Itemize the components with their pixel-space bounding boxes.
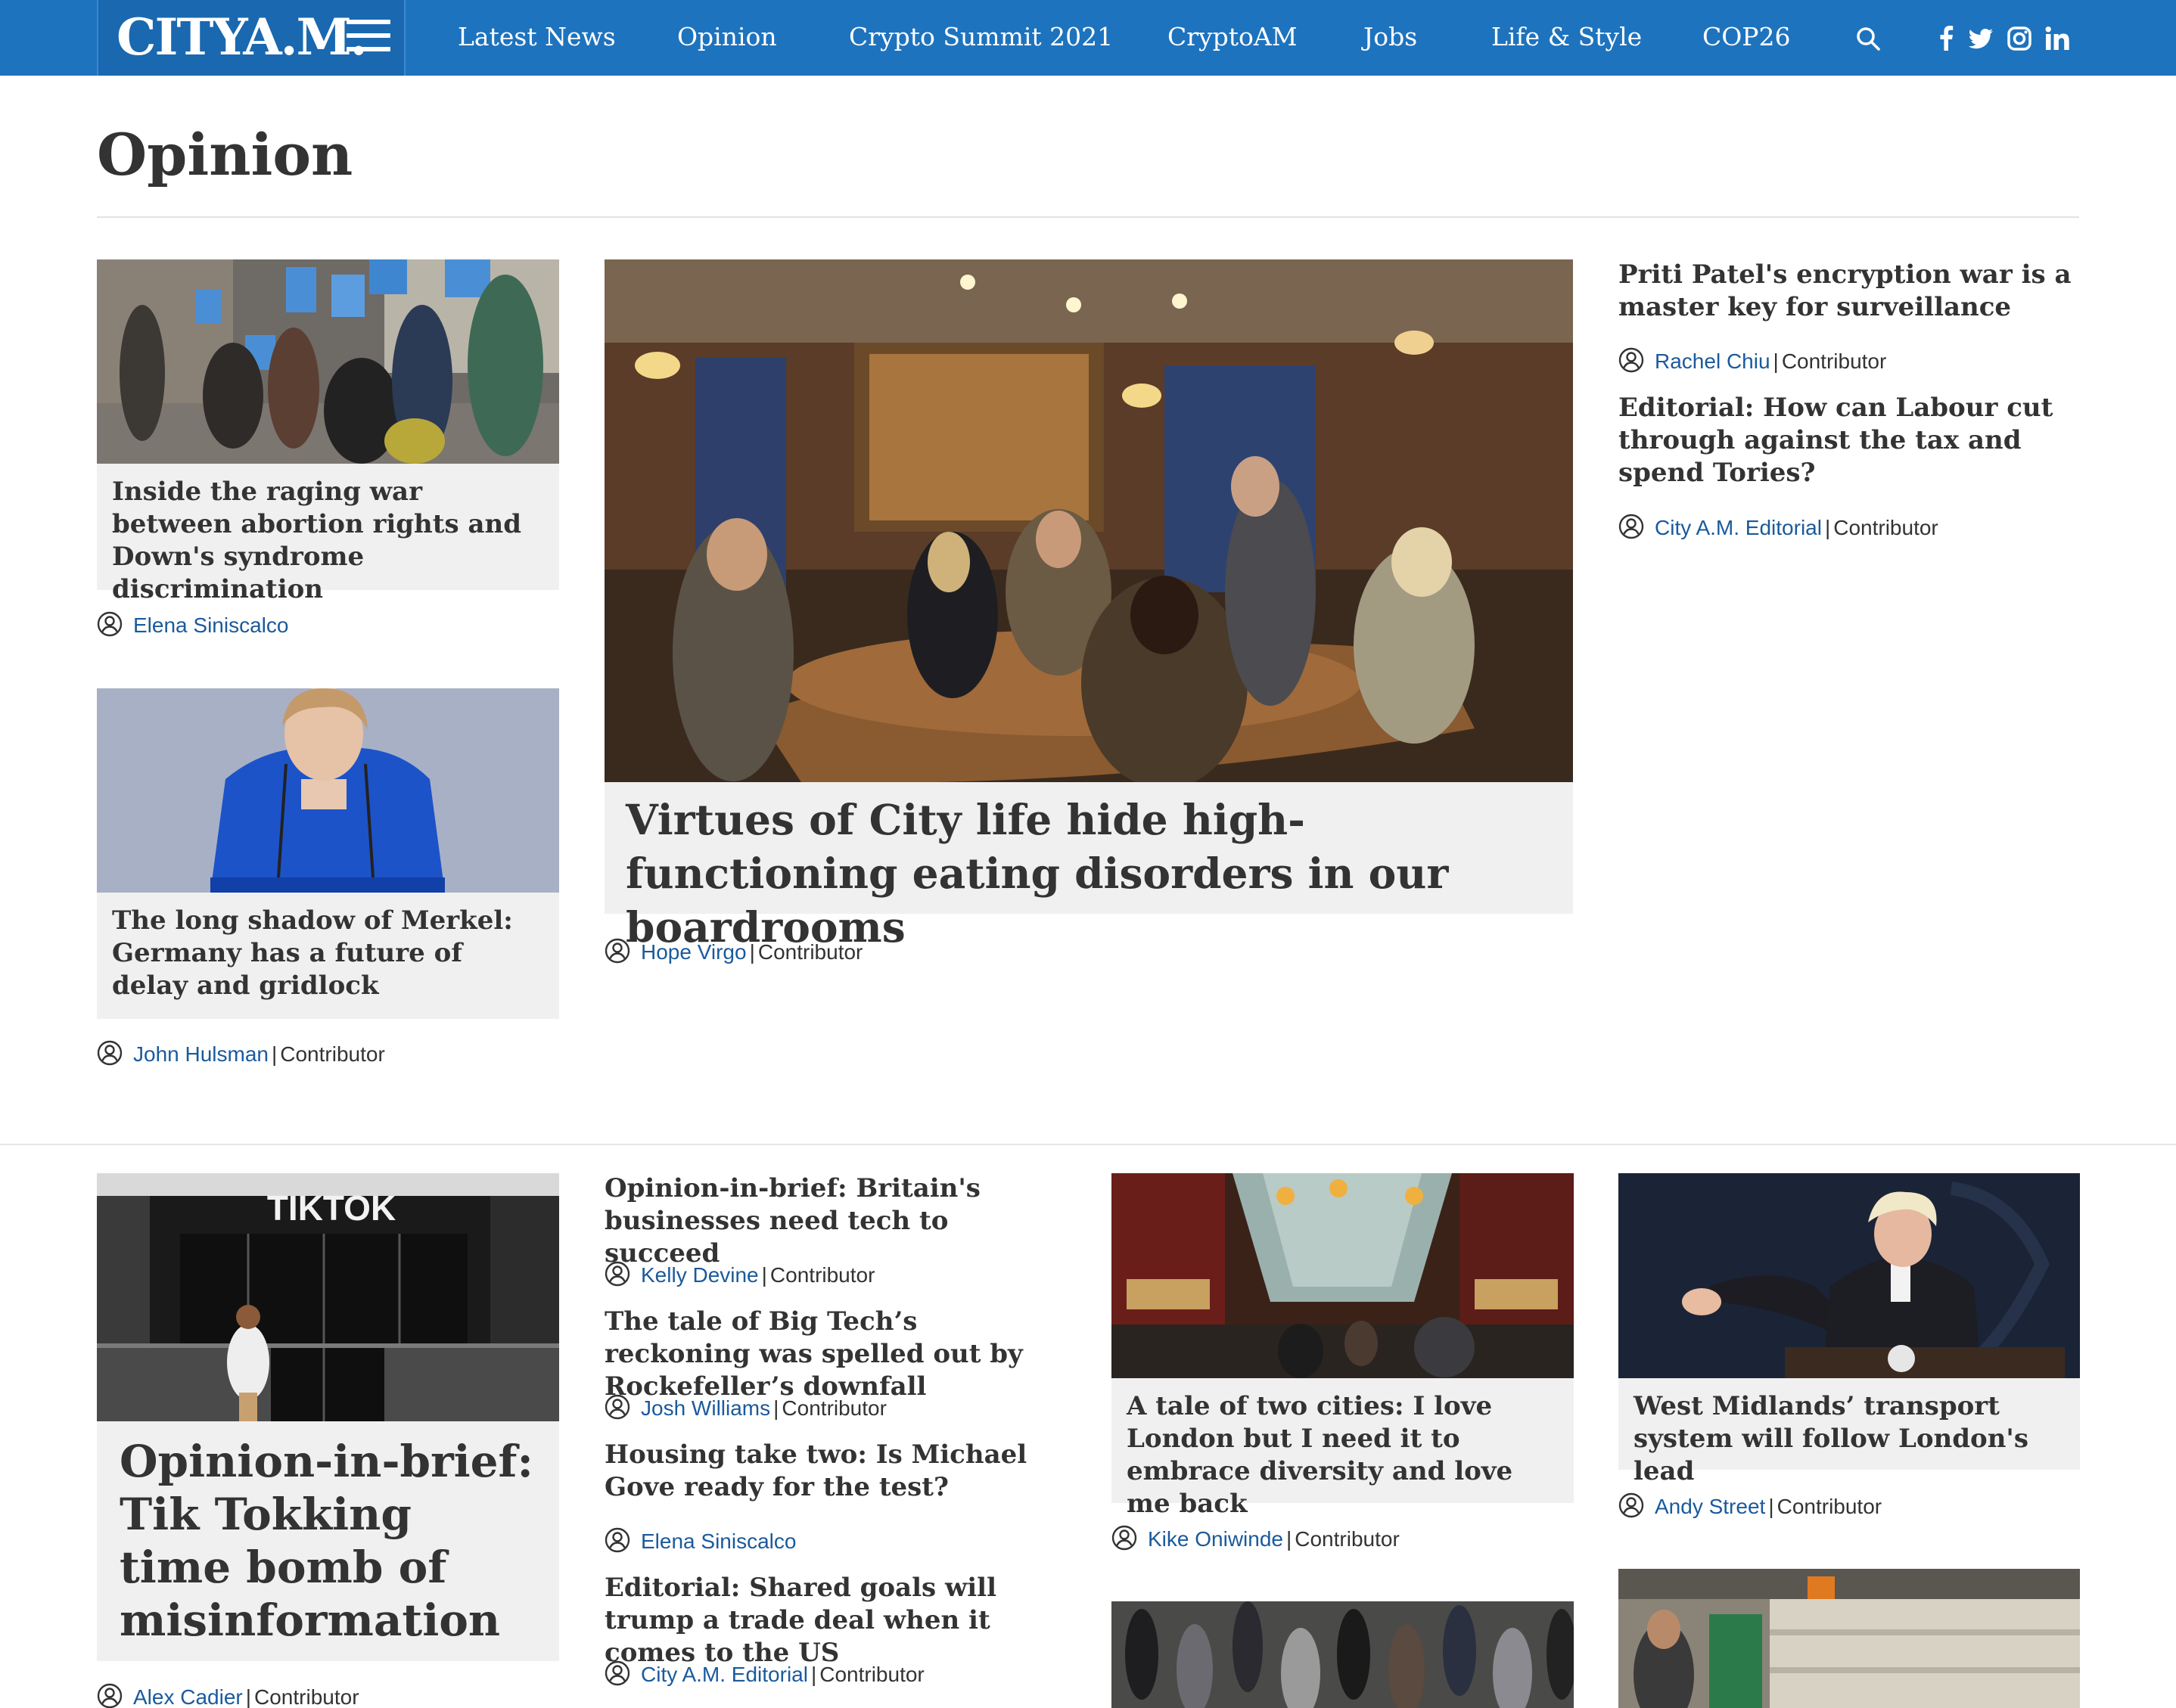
feature-headline-box[interactable]: Virtues of City life hide high-functioni… <box>605 782 1573 952</box>
user-icon <box>1111 1525 1137 1551</box>
article-headline[interactable]: Inside the raging war between abortion r… <box>97 464 559 618</box>
author-link[interactable]: Alex Cadier <box>133 1685 243 1708</box>
article-headline[interactable]: Priti Patel's encryption war is a master… <box>1618 259 2072 324</box>
article-image-speech[interactable] <box>1618 1173 2080 1378</box>
byline: Alex Cadier | Contributor <box>97 1683 359 1708</box>
tiktok-sign: TIKTOK <box>267 1188 396 1228</box>
article-headline-box[interactable]: Opinion-in-brief: Tik Tokking time bomb … <box>97 1421 559 1661</box>
user-icon <box>97 1683 123 1708</box>
article-headline-box[interactable]: A tale of two cities: I love London but … <box>1111 1378 1574 1519</box>
article-image-market[interactable] <box>1111 1173 1574 1378</box>
nav-jobs[interactable]: Jobs <box>1363 0 1417 76</box>
user-icon <box>605 1660 630 1686</box>
page-title: Opinion <box>97 121 353 188</box>
feature-headline[interactable]: Virtues of City life hide high-functioni… <box>605 782 1573 964</box>
nav-life-style[interactable]: Life & Style <box>1491 0 1642 76</box>
user-icon <box>97 1040 123 1066</box>
article-headline[interactable]: West Midlands’ transport system will fol… <box>1618 1378 2080 1500</box>
byline: Elena Siniscalco <box>605 1527 796 1555</box>
byline: City A.M. Editorial | Contributor <box>1618 514 1938 542</box>
nav-crypto-summit[interactable]: Crypto Summit 2021 <box>849 0 1113 76</box>
author-role: Contributor <box>1781 349 1887 373</box>
user-icon <box>1618 347 1644 373</box>
author-link[interactable]: Rachel Chiu <box>1655 349 1770 373</box>
article-headline[interactable]: The long shadow of Merkel: Germany has a… <box>97 893 559 1014</box>
user-icon <box>1618 1492 1644 1518</box>
user-icon <box>605 938 630 964</box>
user-icon <box>97 611 123 637</box>
facebook-icon[interactable] <box>1934 26 1960 51</box>
article-headline[interactable]: Editorial: How can Labour cut through ag… <box>1618 392 2072 489</box>
article-image-merkel[interactable] <box>97 688 559 893</box>
author-link[interactable]: Kelly Devine <box>641 1263 759 1287</box>
article-headline-box[interactable]: The long shadow of Merkel: Germany has a… <box>97 893 559 1019</box>
author-role: Contributor <box>254 1685 359 1708</box>
nav-cop26[interactable]: COP26 <box>1702 0 1791 76</box>
article-image-tiktok[interactable]: TIKTOK <box>97 1173 559 1421</box>
nav-cryptoam[interactable]: CryptoAM <box>1167 0 1298 76</box>
top-navigation-bar: CITYA.M. Latest News Opinion Crypto Summ… <box>0 0 2176 76</box>
author-role: Contributor <box>280 1042 385 1066</box>
byline: John Hulsman | Contributor <box>97 1040 385 1068</box>
article-image-crowd[interactable] <box>1111 1601 1574 1708</box>
article-image-protest[interactable] <box>97 259 559 464</box>
section-divider <box>0 1144 2176 1145</box>
article-headline[interactable]: Opinion-in-brief: Britain's businesses n… <box>605 1172 1067 1270</box>
article-headline[interactable]: A tale of two cities: I love London but … <box>1111 1378 1574 1533</box>
author-link[interactable]: Elena Siniscalco <box>641 1529 796 1553</box>
author-link[interactable]: City A.M. Editorial <box>1655 516 1822 539</box>
byline: City A.M. Editorial | Contributor <box>605 1660 925 1688</box>
author-link[interactable]: Andy Street <box>1655 1495 1765 1518</box>
article-image-supermarket[interactable] <box>1618 1569 2080 1708</box>
search-icon[interactable] <box>1855 26 1881 51</box>
author-role: Contributor <box>1777 1495 1882 1518</box>
author-link[interactable]: City A.M. Editorial <box>641 1663 808 1686</box>
author-link[interactable]: John Hulsman <box>133 1042 269 1066</box>
instagram-icon[interactable] <box>2007 26 2032 51</box>
author-role: Contributor <box>1833 516 1938 539</box>
user-icon <box>605 1394 630 1420</box>
logo-area[interactable]: CITYA.M. <box>97 0 406 76</box>
menu-icon[interactable] <box>347 20 390 54</box>
author-role: Contributor <box>819 1663 925 1686</box>
nav-latest-news[interactable]: Latest News <box>458 0 616 76</box>
author-role: Contributor <box>769 1263 875 1287</box>
byline: Josh Williams | Contributor <box>605 1394 887 1422</box>
byline: Kike Oniwinde | Contributor <box>1111 1525 1400 1553</box>
user-icon <box>605 1527 630 1553</box>
byline: Hope Virgo | Contributor <box>605 938 863 966</box>
author-link[interactable]: Josh Williams <box>641 1396 770 1420</box>
nav-opinion[interactable]: Opinion <box>677 0 777 76</box>
author-link[interactable]: Kike Oniwinde <box>1148 1527 1283 1551</box>
byline: Elena Siniscalco <box>97 611 288 639</box>
article-headline[interactable]: Housing take two: Is Michael Gove ready … <box>605 1439 1067 1504</box>
byline: Kelly Devine | Contributor <box>605 1261 875 1289</box>
feature-image-boardroom[interactable] <box>605 259 1573 782</box>
linkedin-icon[interactable] <box>2044 26 2070 51</box>
article-headline[interactable]: Opinion-in-brief: Tik Tokking time bomb … <box>97 1421 559 1660</box>
author-link[interactable]: Elena Siniscalco <box>133 613 288 637</box>
author-role: Contributor <box>757 940 863 964</box>
author-link[interactable]: Hope Virgo <box>641 940 747 964</box>
article-headline-box[interactable]: West Midlands’ transport system will fol… <box>1618 1378 2080 1486</box>
site-logo[interactable]: CITYA.M. <box>117 5 368 70</box>
article-headline[interactable]: Editorial: Shared goals will trump a tra… <box>605 1572 1067 1669</box>
user-icon <box>605 1261 630 1287</box>
title-divider <box>97 216 2079 218</box>
article-headline[interactable]: The tale of Big Tech’s reckoning was spe… <box>605 1306 1067 1403</box>
byline: Andy Street | Contributor <box>1618 1492 1882 1520</box>
author-role: Contributor <box>1295 1527 1400 1551</box>
twitter-icon[interactable] <box>1968 26 1994 51</box>
article-headline-box[interactable]: Inside the raging war between abortion r… <box>97 464 559 604</box>
author-role: Contributor <box>782 1396 887 1420</box>
user-icon <box>1618 514 1644 539</box>
byline: Rachel Chiu | Contributor <box>1618 347 1886 375</box>
